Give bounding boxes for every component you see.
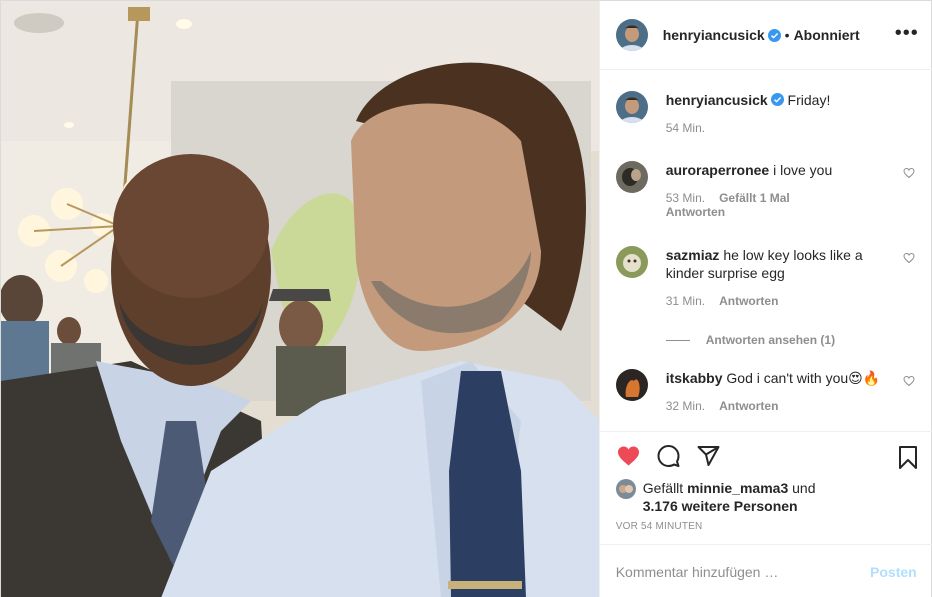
post-photo[interactable] xyxy=(1,1,599,597)
comment-form: Posten xyxy=(599,544,932,597)
more-horizontal-icon[interactable]: ••• xyxy=(895,23,919,43)
caption-username[interactable]: henryiancusick xyxy=(666,92,768,108)
comment-time: 31 Min. xyxy=(665,294,706,308)
comment-text: God i can't with you😍🔥 xyxy=(726,370,881,386)
comment-body: sazmiaz he low key looks like a kinder s… xyxy=(666,246,896,282)
comment-body: auroraperronee i love you xyxy=(666,161,896,179)
comment-time: 32 Min. xyxy=(665,399,706,413)
commenter-avatar[interactable] xyxy=(615,161,648,193)
header-separator: • xyxy=(784,27,790,43)
post-timestamp[interactable]: VOR 54 MINUTEN xyxy=(616,521,703,532)
comment-text: i love you xyxy=(773,162,833,178)
post-header: henryiancusick • Abonniert ••• xyxy=(599,1,932,70)
comment-body: itskabby God i can't with you😍🔥 xyxy=(666,369,896,387)
likes-summary[interactable]: Gefällt minnie_mama3 und 3.176 weitere P… xyxy=(615,479,816,515)
reply-button[interactable]: Antworten xyxy=(666,205,725,219)
liker-avatar[interactable] xyxy=(615,479,636,499)
likes-conjunction: und xyxy=(792,480,816,496)
instagram-post: henryiancusick • Abonniert ••• henryianc… xyxy=(0,0,932,597)
caption-item: henryiancusick Friday! 54 Min. xyxy=(615,91,921,135)
reply-button[interactable]: Antworten xyxy=(719,399,778,413)
heart-outline-icon[interactable] xyxy=(903,167,915,179)
comment-item: auroraperronee i love you 53 Min. Gefällt… xyxy=(615,161,921,219)
comment-icon[interactable] xyxy=(656,444,681,468)
view-replies-button[interactable]: Antworten ansehen (1) xyxy=(665,333,836,347)
header-username[interactable]: henryiancusick xyxy=(663,27,765,43)
likes-prefix: Gefällt xyxy=(642,480,684,496)
caption-text: Friday! xyxy=(787,92,831,108)
caption-avatar[interactable] xyxy=(615,91,648,123)
heart-outline-icon[interactable] xyxy=(903,252,915,264)
avatar-image xyxy=(615,91,648,123)
comment-item: itskabby God i can't with you😍🔥 32 Min. A… xyxy=(615,369,921,413)
post-comment-button[interactable]: Posten xyxy=(870,564,917,580)
selfie-photo xyxy=(1,1,599,597)
action-icons-row xyxy=(616,444,921,472)
view-replies-label: Antworten ansehen (1) xyxy=(705,333,836,347)
likes-others-count[interactable]: 3.176 weitere Personen xyxy=(643,498,798,514)
comment-username[interactable]: sazmiaz xyxy=(666,247,720,263)
avatar-image xyxy=(615,161,648,193)
avatar-image xyxy=(615,19,648,51)
profile-avatar[interactable] xyxy=(615,19,648,51)
bookmark-icon[interactable] xyxy=(896,444,920,470)
comment-likes-count[interactable]: Gefällt 1 Mal xyxy=(719,191,790,205)
heart-outline-icon[interactable] xyxy=(903,375,915,387)
comment-username[interactable]: itskabby xyxy=(666,370,723,386)
paper-plane-icon[interactable] xyxy=(696,444,721,468)
commenter-avatar[interactable] xyxy=(615,369,648,401)
liker-username[interactable]: minnie_mama3 xyxy=(687,480,788,496)
comment-item: sazmiaz he low key looks like a kinder s… xyxy=(615,246,921,308)
verified-badge-icon xyxy=(770,93,784,106)
replies-divider-line xyxy=(665,339,690,341)
caption-body: henryiancusick Friday! xyxy=(666,91,896,109)
avatar-image xyxy=(615,246,648,278)
follow-status-button[interactable]: Abonniert xyxy=(794,27,860,43)
comment-username[interactable]: auroraperronee xyxy=(666,162,769,178)
likes-text: Gefällt minnie_mama3 und xyxy=(643,479,816,497)
comment-input[interactable] xyxy=(615,563,866,580)
caption-time: 54 Min. xyxy=(665,121,706,135)
reply-button[interactable]: Antworten xyxy=(719,294,778,308)
commenter-avatar[interactable] xyxy=(615,246,648,278)
caption-meta: 54 Min. xyxy=(666,121,921,135)
comment-time: 53 Min. xyxy=(665,191,706,205)
comment-meta: 31 Min. Antworten xyxy=(666,294,921,308)
post-actions-area: Gefällt minnie_mama3 und 3.176 weitere P… xyxy=(599,431,932,544)
avatar-image xyxy=(615,369,648,401)
verified-badge-icon xyxy=(767,28,781,42)
comments-list[interactable]: henryiancusick Friday! 54 Min. auroraper xyxy=(600,71,932,431)
heart-filled-icon[interactable] xyxy=(616,444,641,468)
comment-meta: 32 Min. Antworten xyxy=(666,399,921,413)
avatar-image xyxy=(615,479,636,499)
comment-meta: 53 Min. Gefällt 1 Mal Antworten xyxy=(666,191,921,219)
post-side-panel: henryiancusick • Abonniert ••• henryianc… xyxy=(598,1,932,597)
